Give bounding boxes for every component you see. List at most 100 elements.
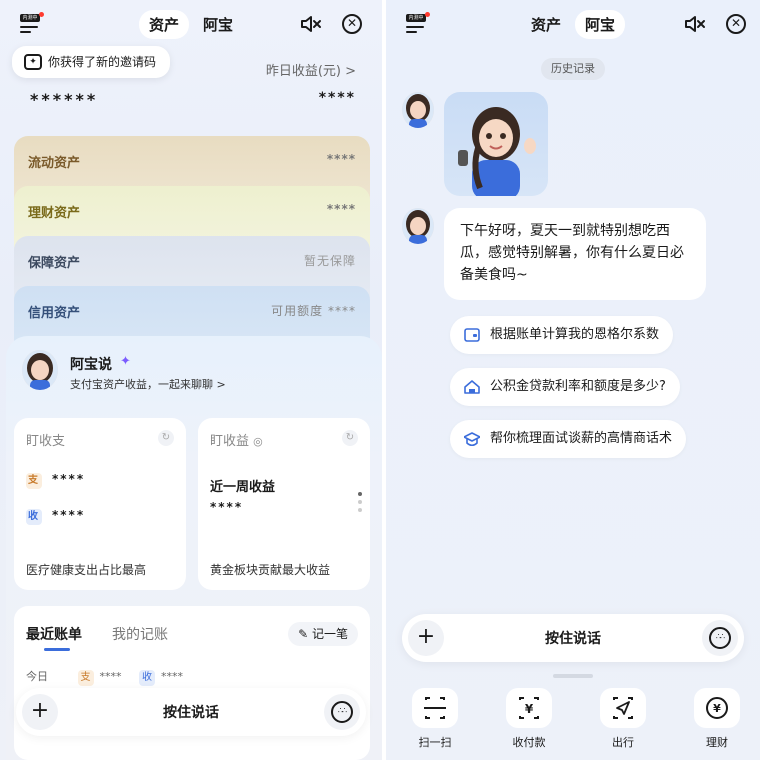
top-bar: 内测中 资产 阿宝 ✕: [386, 8, 760, 40]
menu-icon[interactable]: 内测中: [406, 12, 430, 34]
close-icon[interactable]: ✕: [342, 14, 362, 34]
wallet-icon: [464, 328, 480, 342]
hold-to-talk-button[interactable]: 按住说话: [545, 628, 601, 648]
house-icon: [464, 380, 480, 394]
receive-payment-icon: ¥: [519, 697, 539, 719]
assistant-message: 下午好呀，夏天一到就特别想吃西瓜，感觉特别解暑，你有什么夏日必备美食吗~: [444, 208, 706, 300]
notification-dot: [39, 12, 44, 17]
assistant-image-message[interactable]: [444, 92, 548, 196]
top-bar: 内测中 资产 阿宝 ✕: [0, 8, 382, 40]
beta-badge: 内测中: [20, 14, 40, 22]
service-label: 出行: [612, 736, 634, 749]
invite-tip-text: 你获得了新的邀请码: [48, 55, 157, 69]
eye-icon: ◎: [253, 435, 263, 448]
tab-abao[interactable]: 阿宝: [575, 10, 626, 39]
voice-input-bar: + 按住说话 ∴∴: [16, 688, 366, 736]
sparkle-icon: ✦: [120, 354, 131, 369]
service-scan[interactable]: 扫一扫: [412, 688, 458, 750]
suggestion-text: 帮你梳理面试谈薪的高情商话术: [490, 431, 673, 446]
sparkle-icon: ✦: [24, 54, 42, 70]
history-button[interactable]: 历史记录: [541, 58, 605, 80]
keyboard-icon: ∴∴: [709, 627, 731, 649]
earnings-heading: 近一周收益: [210, 480, 276, 495]
card-value: ****: [326, 152, 356, 166]
income-expense-title: 盯收支: [26, 434, 66, 449]
record-button[interactable]: ✎ 记一笔: [288, 622, 358, 646]
close-icon[interactable]: ✕: [726, 14, 746, 34]
expense-badge: 支: [26, 473, 42, 489]
mute-icon[interactable]: [300, 14, 322, 34]
bills-card: 最近账单 我的记账 ✎ 记一笔 今日 支 **** 收 ****: [14, 606, 370, 760]
beta-badge: 内测中: [406, 14, 426, 22]
expense-row: 支 ****: [26, 472, 85, 489]
yesterday-earnings-masked: ****: [318, 90, 356, 106]
yesterday-earnings-link[interactable]: 昨日收益(元) >: [266, 60, 356, 79]
earnings-insight: 黄金板块贡献最大收益: [210, 563, 331, 577]
income-value: ****: [52, 508, 86, 522]
svg-text:¥: ¥: [713, 702, 721, 715]
earnings-title: 盯收益 ◎: [210, 434, 263, 449]
expense-value: ****: [52, 472, 86, 486]
navigation-icon: [613, 697, 633, 719]
top-tabs: 资产 阿宝: [521, 10, 626, 39]
card-value: ****: [326, 202, 356, 216]
service-label: 理财: [706, 736, 728, 749]
keyboard-toggle[interactable]: ∴∴: [324, 694, 360, 730]
suggestion-text: 根据账单计算我的恩格尔系数: [490, 327, 660, 342]
card-label: 流动资产: [28, 156, 81, 171]
service-label: 收付款: [512, 736, 546, 749]
active-tab-indicator: [44, 648, 70, 651]
tab-assets[interactable]: 资产: [521, 10, 571, 39]
menu-icon[interactable]: 内测中: [20, 12, 44, 34]
mute-icon[interactable]: [684, 14, 706, 34]
suggestion-chip[interactable]: 帮你梳理面试谈薪的高情商话术: [450, 420, 687, 458]
keyboard-toggle[interactable]: ∴∴: [702, 620, 738, 656]
today-row: 今日 支 **** 收 ****: [26, 668, 183, 686]
assistant-avatar: [402, 92, 434, 128]
earnings-value: ****: [210, 500, 244, 514]
suggestion-text: 公积金贷款利率和额度是多少?: [490, 379, 666, 394]
refresh-icon[interactable]: ↻: [342, 430, 358, 446]
tab-abao[interactable]: 阿宝: [193, 10, 243, 39]
service-travel[interactable]: 出行: [600, 688, 646, 750]
assets-screen: 内测中 资产 阿宝 ✕ ✦ 你获得了新的邀请码 昨日收益(元) > ******…: [0, 0, 382, 760]
assistant-subtitle[interactable]: 支付宝资产收益，一起来聊聊 >: [70, 376, 226, 392]
service-finance[interactable]: ¥ 理财: [694, 688, 740, 750]
edit-icon: ✎: [298, 627, 312, 641]
tab-recent-bills[interactable]: 最近账单: [26, 624, 82, 644]
plus-icon[interactable]: +: [22, 694, 58, 730]
drawer-handle[interactable]: [553, 674, 593, 678]
top-tabs: 资产 阿宝: [138, 10, 243, 39]
notification-dot: [425, 12, 430, 17]
chat-screen: 内测中 资产 阿宝 ✕ 历史记录 下午好呀，夏天一到就特别想吃西瓜，感觉特别解暑…: [386, 0, 760, 760]
svg-text:¥: ¥: [525, 702, 534, 716]
assistant-avatar: [402, 208, 434, 244]
suggestion-chip[interactable]: 根据账单计算我的恩格尔系数: [450, 316, 674, 354]
card-value: 可用额度 ****: [271, 304, 356, 318]
suggestion-chip[interactable]: 公积金贷款利率和额度是多少?: [450, 368, 680, 406]
total-assets-masked: ******: [30, 90, 99, 109]
income-expense-insight: 医疗健康支出占比最高: [26, 563, 147, 577]
income-row: 收 ****: [26, 508, 85, 525]
service-receive-payment[interactable]: ¥ 收付款: [506, 688, 552, 750]
assistant-avatar: [22, 350, 58, 390]
card-value: 暂无保障: [303, 254, 356, 268]
finance-icon: ¥: [706, 697, 728, 719]
scan-icon: [424, 697, 446, 719]
invite-code-tip[interactable]: ✦ 你获得了新的邀请码: [12, 46, 171, 78]
hold-to-talk-button[interactable]: 按住说话: [163, 702, 219, 722]
pager-dots: [358, 492, 362, 522]
plus-icon[interactable]: +: [408, 620, 444, 656]
voice-input-bar: + 按住说话 ∴∴: [402, 614, 744, 662]
income-badge: 收: [26, 509, 42, 525]
earnings-card[interactable]: 盯收益 ◎ ↻ 近一周收益 **** 黄金板块贡献最大收益: [198, 418, 370, 590]
card-label: 理财资产: [28, 206, 81, 221]
graduation-cap-icon: [464, 432, 480, 447]
keyboard-icon: ∴∴: [331, 701, 353, 723]
tab-assets[interactable]: 资产: [138, 10, 189, 39]
income-expense-card[interactable]: 盯收支 ↻ 支 **** 收 **** 医疗健康支出占比最高: [14, 418, 186, 590]
refresh-icon[interactable]: ↻: [158, 430, 174, 446]
assistant-name[interactable]: 阿宝说: [70, 354, 112, 374]
tab-my-records[interactable]: 我的记账: [112, 624, 168, 644]
service-label: 扫一扫: [418, 736, 452, 749]
